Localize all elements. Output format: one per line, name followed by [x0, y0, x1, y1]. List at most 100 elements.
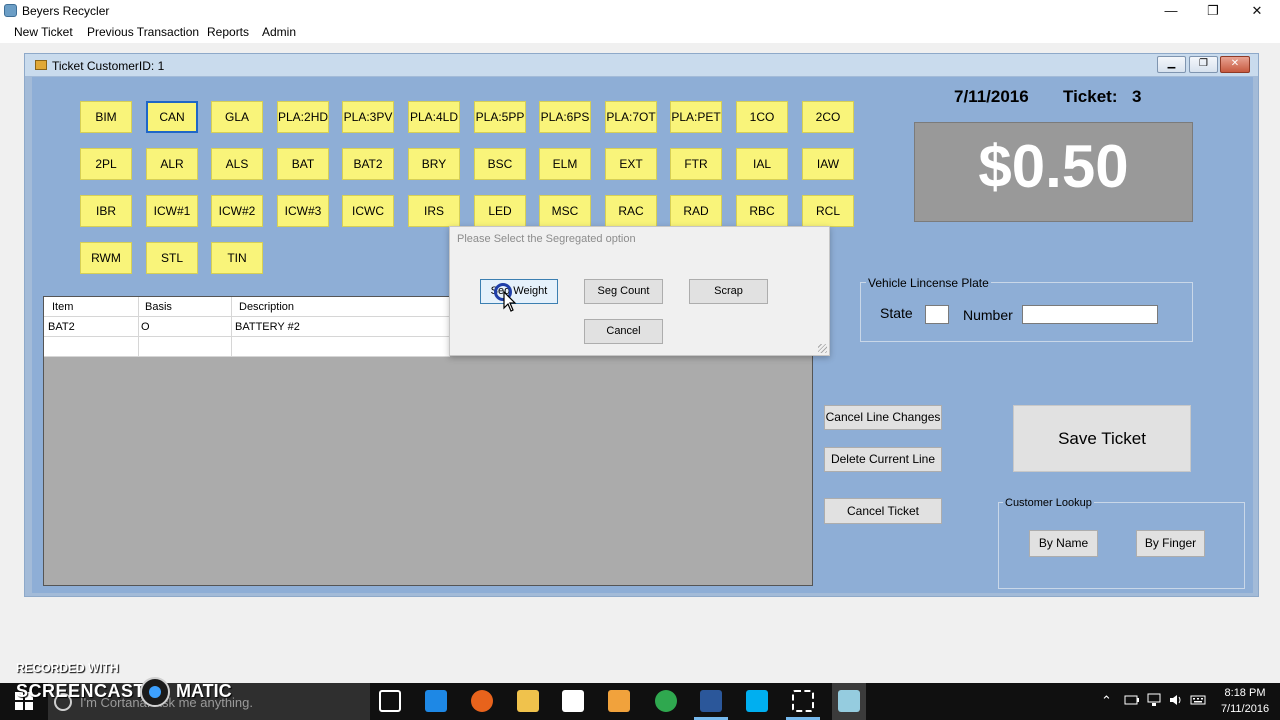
material-button-icwc[interactable]: ICWC [342, 195, 394, 227]
plate-number-label: Number [963, 307, 1013, 323]
material-button-pla-7ot[interactable]: PLA:7OT [605, 101, 657, 133]
grid-cell-description[interactable]: BATTERY #2 [235, 321, 300, 333]
grid-column-header-basis[interactable]: Basis [145, 301, 172, 313]
dialog-cancel-button[interactable]: Cancel [584, 319, 663, 344]
lookup-by-name-button[interactable]: By Name [1029, 530, 1098, 557]
material-button-rwm[interactable]: RWM [80, 242, 132, 274]
material-button-pla-2hd[interactable]: PLA:2HD [277, 101, 329, 133]
material-button-pla-3pv[interactable]: PLA:3PV [342, 101, 394, 133]
volume-icon[interactable] [1168, 693, 1184, 707]
delete-current-line-button[interactable]: Delete Current Line [824, 447, 942, 472]
resize-grip-icon[interactable] [818, 344, 827, 353]
material-button-iaw[interactable]: IAW [802, 148, 854, 180]
tray-clock-date[interactable]: 7/11/2016 [1214, 703, 1276, 715]
firefox-icon[interactable] [471, 690, 493, 712]
close-button[interactable]: ✕ [1234, 0, 1280, 22]
ticket-number-label: Ticket: [1063, 87, 1118, 106]
material-button-alr[interactable]: ALR [146, 148, 198, 180]
material-button-tin[interactable]: TIN [211, 242, 263, 274]
material-button-bry[interactable]: BRY [408, 148, 460, 180]
watermark-logo-dot-icon [149, 686, 161, 698]
lookup-by-finger-button[interactable]: By Finger [1136, 530, 1205, 557]
material-button-rbc[interactable]: RBC [736, 195, 788, 227]
material-button-elm[interactable]: ELM [539, 148, 591, 180]
ticket-window-icon [35, 60, 47, 70]
grid-column-header-description[interactable]: Description [239, 301, 294, 313]
scrap-button[interactable]: Scrap [689, 279, 768, 304]
chrome-icon[interactable] [655, 690, 677, 712]
edge-icon[interactable] [425, 690, 447, 712]
material-button-gla[interactable]: GLA [211, 101, 263, 133]
state-input[interactable] [925, 305, 949, 324]
grid-column-header-item[interactable]: Item [52, 301, 73, 313]
skype-icon[interactable] [746, 690, 768, 712]
material-button-als[interactable]: ALS [211, 148, 263, 180]
material-button-msc[interactable]: MSC [539, 195, 591, 227]
material-button-rac[interactable]: RAC [605, 195, 657, 227]
battery-icon[interactable] [1124, 694, 1140, 706]
material-button-pla-pet[interactable]: PLA:PET [670, 101, 722, 133]
total-amount: $0.50 [978, 133, 1129, 200]
restore-button[interactable]: ❐ [1190, 0, 1236, 22]
material-button-1co[interactable]: 1CO [736, 101, 788, 133]
material-button-led[interactable]: LED [474, 195, 526, 227]
dialog-title: Please Select the Segregated option [457, 233, 636, 245]
material-button-can[interactable]: CAN [146, 101, 198, 133]
app-title: Beyers Recycler [22, 4, 110, 18]
tray-chevron-icon[interactable]: ⌃ [1101, 693, 1112, 709]
seg-count-button[interactable]: Seg Count [584, 279, 663, 304]
menu-previous-transaction[interactable]: Previous Transaction [87, 25, 199, 39]
material-button-icw-3[interactable]: ICW#3 [277, 195, 329, 227]
material-button-rad[interactable]: RAD [670, 195, 722, 227]
grid-cell-basis[interactable]: O [141, 321, 150, 333]
material-button-irs[interactable]: IRS [408, 195, 460, 227]
save-ticket-button[interactable]: Save Ticket [1013, 405, 1191, 472]
material-button-bim[interactable]: BIM [80, 101, 132, 133]
word-icon[interactable] [700, 690, 722, 712]
material-button-bat2[interactable]: BAT2 [342, 148, 394, 180]
ticket-date: 7/11/2016 [954, 87, 1029, 106]
customer-lookup-legend: Customer Lookup [1003, 497, 1094, 509]
material-button-bat[interactable]: BAT [277, 148, 329, 180]
cancel-line-changes-button[interactable]: Cancel Line Changes [824, 405, 942, 430]
cancel-ticket-button[interactable]: Cancel Ticket [824, 498, 942, 524]
ticket-restore-button[interactable]: ❐ [1189, 56, 1218, 73]
material-button-ftr[interactable]: FTR [670, 148, 722, 180]
table-row-new[interactable] [44, 337, 450, 357]
material-button-icw-2[interactable]: ICW#2 [211, 195, 263, 227]
menu-reports[interactable]: Reports [207, 25, 249, 39]
material-button-ext[interactable]: EXT [605, 148, 657, 180]
app-icon [4, 4, 17, 17]
plate-number-input[interactable] [1022, 305, 1158, 324]
ticket-number: 3 [1132, 87, 1142, 106]
ticket-window-title: Ticket CustomerID: 1 [52, 59, 165, 73]
grid-cell-item[interactable]: BAT2 [48, 321, 75, 333]
material-button-icw-1[interactable]: ICW#1 [146, 195, 198, 227]
store-icon[interactable] [562, 690, 584, 712]
material-button-ibr[interactable]: IBR [80, 195, 132, 227]
media-icon[interactable] [608, 690, 630, 712]
material-button-pla-4ld[interactable]: PLA:4LD [408, 101, 460, 133]
file-explorer-icon[interactable] [517, 690, 539, 712]
material-button-pla-5pp[interactable]: PLA:5PP [474, 101, 526, 133]
material-button-2pl[interactable]: 2PL [80, 148, 132, 180]
task-view-icon[interactable] [379, 690, 401, 712]
material-button-pla-6ps[interactable]: PLA:6PS [539, 101, 591, 133]
material-button-rcl[interactable]: RCL [802, 195, 854, 227]
menu-admin[interactable]: Admin [262, 25, 296, 39]
network-icon[interactable] [1146, 693, 1162, 707]
ticket-minimize-button[interactable]: ▁ [1157, 56, 1186, 73]
material-button-stl[interactable]: STL [146, 242, 198, 274]
material-button-ial[interactable]: IAL [736, 148, 788, 180]
minimize-button[interactable]: — [1148, 0, 1194, 22]
snipping-tool-icon[interactable] [792, 690, 814, 712]
material-button-bsc[interactable]: BSC [474, 148, 526, 180]
tray-clock-time[interactable]: 8:18 PM [1220, 687, 1270, 699]
material-button-2co[interactable]: 2CO [802, 101, 854, 133]
ticket-close-button[interactable]: ✕ [1220, 56, 1250, 73]
seg-weight-button[interactable]: Seg Weight [480, 279, 558, 304]
license-plate-legend: Vehicle Lincense Plate [866, 276, 991, 290]
menu-new-ticket[interactable]: New Ticket [14, 25, 73, 39]
keyboard-icon[interactable] [1190, 693, 1206, 707]
state-label: State [880, 305, 913, 321]
